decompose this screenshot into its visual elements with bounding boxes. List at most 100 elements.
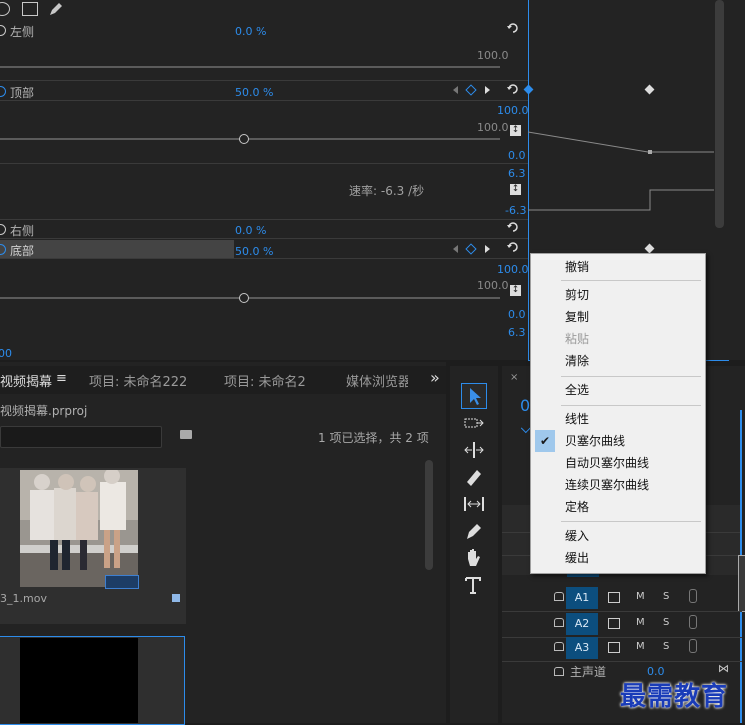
fit-graph-icon[interactable]: ↕ bbox=[510, 125, 521, 136]
top-slider-track[interactable] bbox=[0, 138, 500, 140]
clip-thumbnail-black[interactable] bbox=[20, 638, 138, 723]
slip-tool-icon[interactable] bbox=[461, 492, 487, 516]
context-menu: 撤销 剪切 复制 粘贴 清除 全选 线性 ✔ 贝塞尔曲线 自动贝塞尔曲线 连续贝… bbox=[530, 253, 706, 574]
track-target-a3[interactable]: A3 bbox=[566, 637, 598, 659]
graph-zero-label: 0.0 bbox=[508, 149, 526, 162]
menu-item-copy[interactable]: 复制 bbox=[531, 306, 705, 328]
fit-graph-icon[interactable]: ↕ bbox=[510, 184, 521, 195]
pen-mask-icon[interactable] bbox=[48, 1, 64, 20]
tab-media-browser[interactable]: 媒体浏览器 bbox=[346, 371, 408, 390]
project-filename: 视频揭幕.prproj bbox=[0, 404, 88, 418]
microphone-icon[interactable] bbox=[689, 615, 697, 629]
menu-item-auto-bezier[interactable]: 自动贝塞尔曲线 bbox=[531, 452, 705, 474]
next-keyframe-icon[interactable] bbox=[485, 86, 490, 94]
menu-item-ease-out[interactable]: 缓出 bbox=[531, 547, 705, 569]
go-to-end-icon[interactable]: ⋈ bbox=[718, 662, 729, 675]
menu-item-select-all[interactable]: 全选 bbox=[531, 379, 705, 401]
audio-track-row: A1 M S bbox=[502, 585, 742, 612]
bottom-param-row-highlight[interactable] bbox=[0, 240, 234, 258]
menu-item-hold[interactable]: 定格 bbox=[531, 496, 705, 518]
graph-zero-label: 0.0 bbox=[508, 308, 526, 321]
next-keyframe-icon[interactable] bbox=[485, 245, 490, 253]
solo-button[interactable]: S bbox=[663, 617, 669, 628]
clip-label-color-icon bbox=[172, 594, 180, 602]
sync-lock-icon[interactable] bbox=[608, 618, 620, 629]
track-select-tool-icon[interactable] bbox=[461, 411, 487, 435]
clip-thumbnail[interactable] bbox=[20, 470, 138, 587]
mute-button[interactable]: M bbox=[636, 617, 645, 628]
type-tool-icon[interactable] bbox=[461, 573, 487, 597]
project-scrollbar[interactable] bbox=[425, 460, 433, 570]
menu-item-bezier[interactable]: ✔ 贝塞尔曲线 bbox=[531, 430, 705, 452]
value-graph-curve[interactable] bbox=[528, 120, 714, 220]
new-search-bin-icon[interactable] bbox=[180, 430, 192, 439]
menu-item-cut[interactable]: 剪切 bbox=[531, 284, 705, 306]
mute-button[interactable]: M bbox=[636, 641, 645, 652]
menu-item-linear[interactable]: 线性 bbox=[531, 408, 705, 430]
timeline-timecode[interactable]: 0 bbox=[520, 396, 530, 415]
checkmark-icon: ✔ bbox=[535, 430, 555, 452]
menu-item-clear[interactable]: 清除 bbox=[531, 350, 705, 372]
scale-max-label: 100.0 bbox=[477, 279, 509, 292]
reset-icon[interactable] bbox=[506, 220, 520, 237]
param-value-left[interactable]: 0.0 % bbox=[235, 25, 266, 38]
left-slider-track[interactable] bbox=[0, 66, 500, 68]
graph-neg-label: -6.3 bbox=[505, 204, 527, 217]
selection-info: 1 项已选择，共 2 项 bbox=[318, 431, 429, 445]
timeline-scrollbar[interactable] bbox=[715, 0, 724, 228]
close-tab-icon[interactable]: × bbox=[510, 372, 518, 383]
timecode-tail: 00 bbox=[0, 347, 12, 360]
solo-button[interactable]: S bbox=[663, 641, 669, 652]
selection-tool-icon[interactable] bbox=[461, 383, 487, 409]
prev-keyframe-icon[interactable] bbox=[453, 245, 458, 253]
reset-icon[interactable] bbox=[506, 240, 520, 257]
microphone-icon[interactable] bbox=[689, 639, 697, 653]
razor-tool-icon[interactable] bbox=[461, 465, 487, 489]
tab-project-222[interactable]: 项目: 未命名222 bbox=[89, 371, 187, 390]
mute-button[interactable]: M bbox=[636, 591, 645, 602]
tab-video-reveal[interactable]: 视频揭幕 bbox=[0, 371, 52, 390]
reset-icon[interactable] bbox=[506, 21, 520, 38]
lock-icon[interactable] bbox=[554, 667, 564, 676]
sync-lock-icon[interactable] bbox=[608, 592, 620, 603]
ripple-edit-tool-icon[interactable] bbox=[461, 438, 487, 462]
param-value-right[interactable]: 0.0 % bbox=[235, 224, 266, 237]
scale-max-label: 100.0 bbox=[477, 49, 509, 62]
watermark-logo: 最需教育 bbox=[620, 682, 729, 712]
param-value-top[interactable]: 50.0 % bbox=[235, 86, 273, 99]
lock-icon[interactable] bbox=[554, 592, 564, 601]
menu-item-undo[interactable]: 撤销 bbox=[531, 256, 705, 278]
prev-keyframe-icon[interactable] bbox=[453, 86, 458, 94]
tab-project-2[interactable]: 项目: 未命名2 bbox=[224, 371, 306, 390]
rectangle-mask-icon[interactable] bbox=[22, 2, 38, 16]
param-label-bottom: 底部 bbox=[10, 244, 35, 258]
more-tabs-icon[interactable]: » bbox=[430, 368, 440, 387]
hand-tool-icon[interactable] bbox=[461, 546, 487, 570]
graph-pos-label: 6.3 bbox=[508, 326, 526, 339]
search-input[interactable] bbox=[0, 426, 162, 448]
lock-icon[interactable] bbox=[554, 642, 564, 651]
microphone-icon[interactable] bbox=[689, 589, 697, 603]
graph-max-label: 100.0 bbox=[497, 104, 529, 117]
bottom-slider-track[interactable] bbox=[0, 297, 500, 299]
panel-menu-icon[interactable]: ≡ bbox=[56, 371, 67, 386]
pen-tool-icon[interactable] bbox=[461, 519, 487, 543]
clip-name: 3_1.mov bbox=[0, 592, 47, 605]
top-slider-knob[interactable] bbox=[239, 134, 249, 144]
lock-icon[interactable] bbox=[554, 618, 564, 627]
menu-item-paste: 粘贴 bbox=[565, 332, 590, 346]
solo-button[interactable]: S bbox=[663, 591, 669, 602]
param-value-bottom[interactable]: 50.0 % bbox=[235, 245, 273, 258]
fit-graph-icon[interactable]: ↕ bbox=[510, 285, 521, 296]
track-target-a2[interactable]: A2 bbox=[566, 613, 598, 635]
param-label-left: 左侧 bbox=[10, 25, 35, 39]
sync-lock-icon[interactable] bbox=[608, 642, 620, 653]
video-audio-badge bbox=[105, 575, 139, 589]
menu-item-ease-in[interactable]: 缓入 bbox=[531, 525, 705, 547]
menu-item-continuous-bezier[interactable]: 连续贝塞尔曲线 bbox=[531, 474, 705, 496]
graph-pos-label: 6.3 bbox=[508, 167, 526, 180]
reset-icon[interactable] bbox=[506, 82, 520, 99]
track-target-a1[interactable]: A1 bbox=[566, 587, 598, 609]
graph-max-label: 100.0 bbox=[497, 263, 529, 276]
bottom-slider-knob[interactable] bbox=[239, 293, 249, 303]
